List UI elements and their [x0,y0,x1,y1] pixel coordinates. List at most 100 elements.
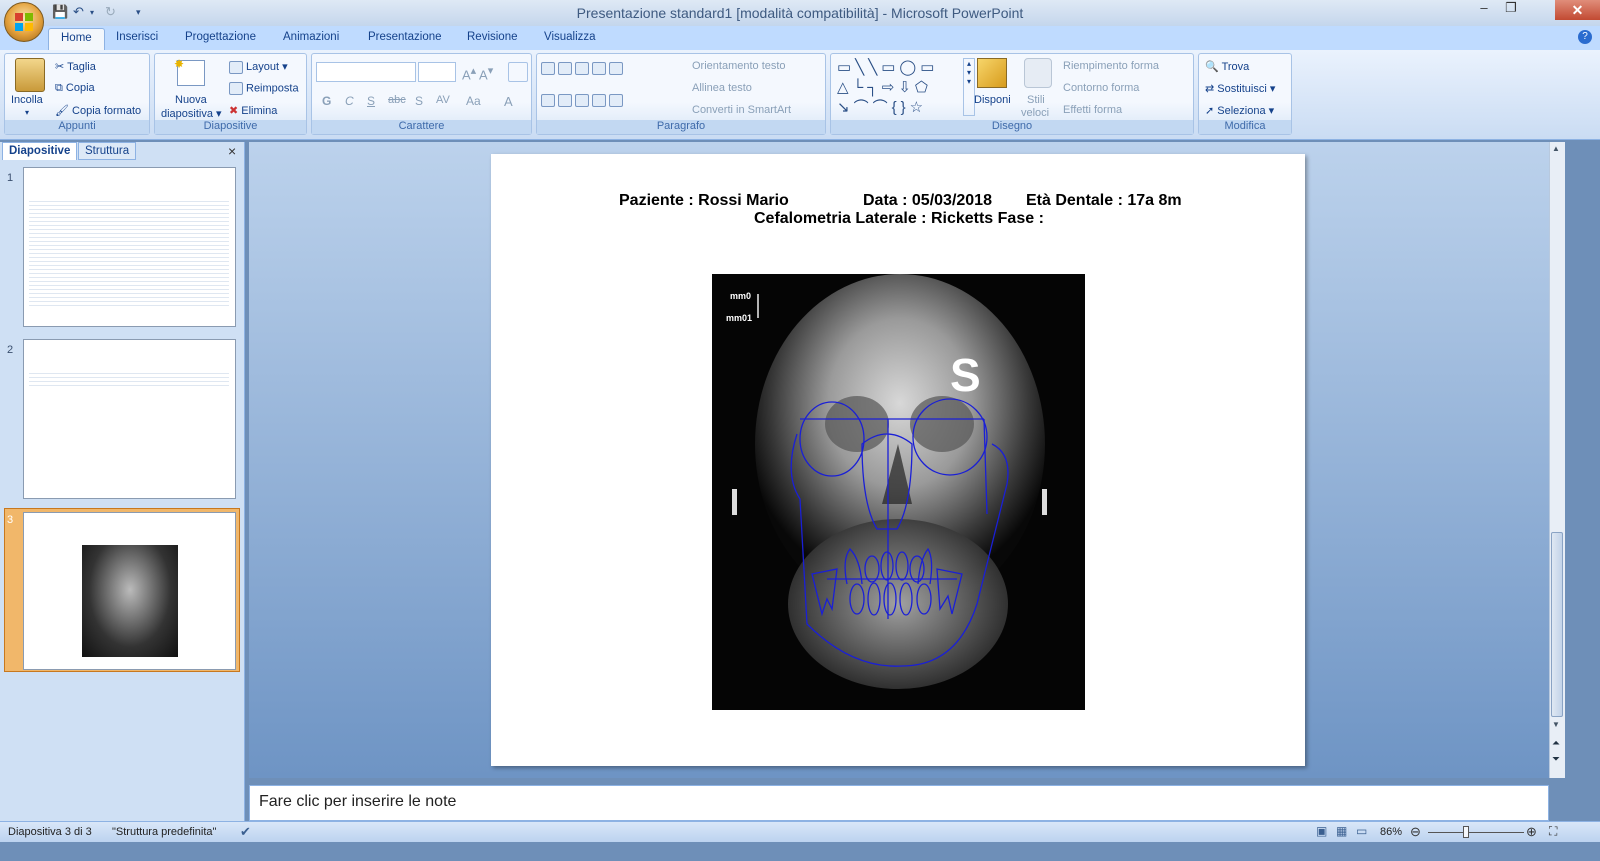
slide-sorter-icon[interactable]: ▦ [1336,824,1347,838]
copia-formato-button[interactable]: 🖌 Copia formato [55,104,141,117]
slideshow-icon[interactable]: ▭ [1356,824,1367,838]
elimina-button[interactable]: ✖ Elimina [229,104,277,117]
zoom-in-icon[interactable]: ⊕ [1526,824,1537,840]
help-icon[interactable]: ? [1578,30,1592,44]
redo-icon[interactable]: ↻ [105,4,116,20]
notes-pane[interactable]: Fare clic per inserire le note [249,785,1549,821]
close-panel-icon[interactable]: × [228,143,236,159]
nuova-diapositiva-button[interactable]: diapositiva ▾ [161,107,222,120]
previous-slide-icon[interactable]: ⏶ [1552,738,1560,749]
binoculars-icon: 🔍 [1205,61,1222,73]
title-bar: Presentazione standard1 [modalità compat… [0,0,1600,26]
disponi-button[interactable]: Disponi [974,94,1011,106]
quick-styles-icon[interactable] [1024,58,1052,88]
scroll-up-icon[interactable]: ▲ [1552,144,1560,153]
fit-to-window-icon[interactable]: ⛶ [1549,824,1557,839]
zoom-level[interactable]: 86% [1380,826,1402,838]
reimposta-label: Reimposta [246,82,299,95]
incolla-button[interactable]: Incolla [11,94,43,106]
undo-dropdown-icon[interactable]: ▾ [90,8,94,17]
clear-format-icon[interactable] [508,62,528,82]
incolla-dropdown-icon[interactable]: ▾ [25,108,29,117]
effetti-forma-button[interactable]: Effetti forma [1063,104,1122,116]
orientamento-testo-button[interactable]: Orientamento testo [692,60,786,72]
scroll-thumb[interactable] [1551,532,1563,717]
riempimento-forma-button[interactable]: Riempimento forma [1063,60,1159,72]
change-case-button[interactable]: Aa [466,94,481,108]
align-center-icon [558,94,572,107]
reimposta-button[interactable]: Reimposta [229,82,299,95]
status-bar: Diapositiva 3 di 3 "Struttura predefinit… [0,821,1600,842]
tab-progettazione[interactable]: Progettazione [185,31,256,43]
spacing-button[interactable]: AV [436,94,450,106]
tab-diapositive[interactable]: Diapositive [2,142,78,160]
normal-view-icon[interactable]: ▣ [1316,824,1327,838]
contorno-forma-button[interactable]: Contorno forma [1063,82,1139,94]
restore-button[interactable]: ❐ [1498,0,1524,20]
new-slide-icon[interactable]: ✸ [174,57,205,86]
undo-icon[interactable]: ↶ [73,4,84,20]
current-slide[interactable]: Paziente : Rossi Mario Data : 05/03/2018… [491,154,1305,766]
tab-presentazione[interactable]: Presentazione [368,31,442,43]
gallery-scroll[interactable]: ▴ ▾ ▾ [963,58,975,116]
copia-button[interactable]: ⧉ Copia [55,82,95,95]
theme-name[interactable]: "Struttura predefinita" [112,826,216,838]
list-buttons[interactable] [541,62,681,82]
slide-editor: Paziente : Rossi Mario Data : 05/03/2018… [249,142,1549,778]
tab-revisione[interactable]: Revisione [467,31,518,43]
trova-button[interactable]: 🔍 Trova [1205,60,1249,73]
tab-visualizza[interactable]: Visualizza [544,31,596,43]
xray-svg: mm0 mm01 S [726,274,1047,689]
patient-name: Paziente : Rossi Mario [619,192,789,209]
sostituisci-button[interactable]: ⇄ Sostituisci ▾ [1205,82,1275,95]
slide-number: 1 [7,172,14,184]
slide-counter: Diapositiva 3 di 3 [8,826,92,838]
tab-inserisci[interactable]: Inserisci [116,31,158,43]
converti-smartart-button[interactable]: Converti in SmartArt [692,104,791,116]
bold-button[interactable]: G [322,94,331,108]
font-size-combo[interactable] [418,62,456,82]
taglia-button[interactable]: ✂ Taglia [55,60,96,73]
underline-button[interactable]: S [367,94,375,108]
nuova-label[interactable]: Nuova [175,94,207,106]
align-buttons[interactable] [541,94,681,114]
close-button[interactable]: ✕ [1555,0,1600,20]
shadow-button[interactable]: S [415,94,423,108]
italic-button[interactable]: C [345,94,354,108]
group-label: Appunti [5,120,149,134]
slide-thumbnail-1[interactable] [23,167,236,327]
office-button[interactable] [4,2,44,42]
tab-animazioni[interactable]: Animazioni [283,31,339,43]
vertical-scrollbar[interactable]: ▲ ▼ ⏶ ⏷ [1549,142,1565,778]
paste-icon[interactable] [15,58,45,92]
seleziona-button[interactable]: ➚ Seleziona ▾ [1205,104,1274,117]
tab-struttura[interactable]: Struttura [78,142,137,160]
xray-image[interactable]: mm0 mm01 S [712,274,1085,710]
font-color-button[interactable]: A [504,94,513,109]
slide-thumbnail-2[interactable] [23,339,236,499]
allinea-testo-button[interactable]: Allinea testo [692,82,752,94]
zoom-slider-thumb[interactable] [1463,826,1469,838]
spellcheck-icon[interactable]: ✔ [240,824,251,840]
save-icon[interactable]: 💾 [52,4,68,20]
strikethrough-button[interactable]: abc [388,94,406,106]
zoom-slider-track[interactable] [1428,832,1524,833]
next-slide-icon[interactable]: ⏷ [1552,754,1560,765]
slide-thumbnail-3[interactable] [23,512,236,670]
minimize-button[interactable]: – [1471,0,1497,20]
scroll-down-icon[interactable]: ▼ [1552,720,1560,729]
group-appunti: Incolla ▾ ✂ Taglia ⧉ Copia 🖌 Copia forma… [4,53,150,135]
font-name-combo[interactable] [316,62,416,82]
stili-label[interactable]: Stili [1027,94,1045,106]
veloci-label[interactable]: veloci [1021,107,1049,119]
arrange-icon[interactable] [977,58,1007,88]
tab-home[interactable]: Home [48,28,105,50]
shapes-gallery[interactable]: ▭╲╲▭◯▭ △└┐⇨⇩⬠ ↘⌒⌒{}☆ [837,58,961,116]
grow-font-icon[interactable]: A▴ A▾ [462,64,493,82]
taglia-label: Taglia [67,61,96,73]
zoom-out-icon[interactable]: ⊖ [1410,824,1421,840]
cephalometry-label: Cefalometria Laterale : Ricketts Fase : [754,210,1044,227]
dental-age: Età Dentale : 17a 8m [1026,192,1182,209]
customize-qat-icon[interactable]: ▾ [136,7,141,18]
layout-button[interactable]: Layout ▾ [229,60,288,74]
